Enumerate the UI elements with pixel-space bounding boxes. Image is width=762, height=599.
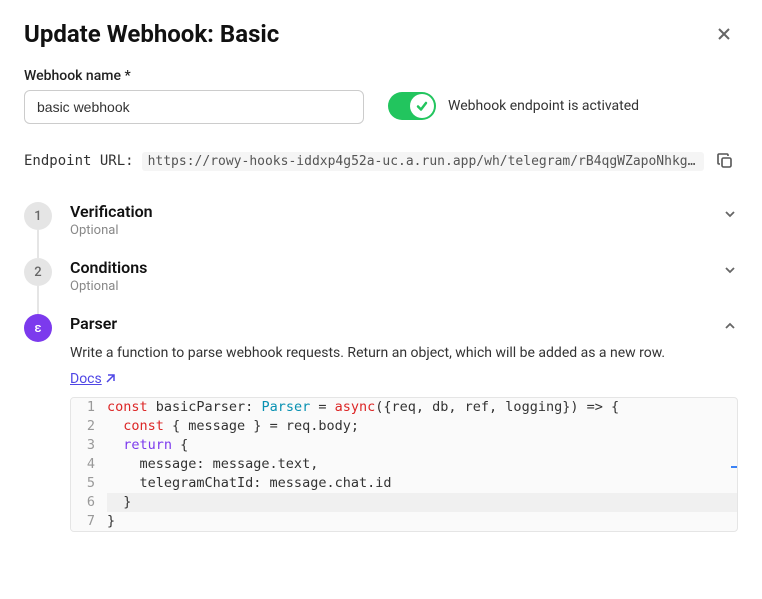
line-code: const { message } = req.body; [107, 417, 737, 436]
check-icon [415, 99, 429, 113]
code-line[interactable]: 4 message: message.text, [71, 455, 737, 474]
step-conditions: 2 Conditions Optional [24, 258, 738, 314]
step-connector [37, 230, 39, 258]
chevron-down-icon [722, 262, 738, 278]
step-verification: 1 Verification Optional [24, 202, 738, 258]
step-content: Conditions Optional [70, 258, 738, 294]
toggle-label: Webhook endpoint is activated [448, 98, 639, 114]
step-title: Conditions [70, 258, 147, 277]
minimap-marker [731, 466, 737, 468]
line-number: 2 [71, 417, 107, 436]
code-line[interactable]: 3 return { [71, 436, 737, 455]
step-subtitle: Optional [70, 279, 147, 294]
step-title: Verification [70, 202, 153, 221]
line-number: 1 [71, 398, 107, 417]
parser-description: Write a function to parse webhook reques… [70, 343, 738, 364]
line-code: return { [107, 436, 737, 455]
step-header-verification[interactable]: Verification Optional [70, 202, 738, 238]
line-code: message: message.text, [107, 455, 737, 474]
copy-button[interactable] [712, 148, 738, 174]
external-link-icon [104, 373, 116, 385]
chevron-up-icon [722, 318, 738, 334]
endpoint-label: Endpoint URL: [24, 153, 134, 169]
step-connector [37, 286, 39, 314]
steps-list: 1 Verification Optional 2 [24, 202, 738, 532]
step-badge-1: 1 [24, 202, 52, 230]
code-line[interactable]: 5 telegramChatId: message.chat.id [71, 474, 737, 493]
endpoint-row: Endpoint URL: https://rowy-hooks-iddxp4g… [24, 148, 738, 174]
code-line[interactable]: 2 const { message } = req.body; [71, 417, 737, 436]
code-line[interactable]: 7} [71, 512, 737, 531]
close-icon [714, 24, 734, 44]
step-titles: Conditions Optional [70, 258, 147, 294]
step-parser: ε Parser Write a function to parse webho… [24, 314, 738, 532]
line-number: 6 [71, 493, 107, 512]
line-number: 3 [71, 436, 107, 455]
step-titles: Parser [70, 314, 117, 335]
line-code: telegramChatId: message.chat.id [107, 474, 737, 493]
docs-link[interactable]: Docs [70, 371, 116, 387]
step-header-conditions[interactable]: Conditions Optional [70, 258, 738, 294]
line-code: } [107, 493, 737, 512]
step-titles: Verification Optional [70, 202, 153, 238]
code-line[interactable]: 6 } [71, 493, 737, 512]
name-field-group: Webhook name * [24, 68, 364, 124]
step-badge-parser: ε [24, 314, 52, 342]
step-content: Parser Write a function to parse webhook… [70, 314, 738, 532]
line-code: } [107, 512, 737, 531]
step-title: Parser [70, 314, 117, 333]
modal-header: Update Webhook: Basic [24, 20, 738, 48]
toggle-group: Webhook endpoint is activated [388, 92, 639, 120]
line-number: 7 [71, 512, 107, 531]
line-code: const basicParser: Parser = async({req, … [107, 398, 737, 417]
modal-title: Update Webhook: Basic [24, 20, 279, 48]
activation-toggle[interactable] [388, 92, 436, 120]
chevron-down-icon [722, 206, 738, 222]
endpoint-url: https://rowy-hooks-iddxp4g52a-uc.a.run.a… [142, 152, 704, 171]
step-subtitle: Optional [70, 223, 153, 238]
webhook-modal: Update Webhook: Basic Webhook name * Web… [0, 0, 762, 552]
docs-link-label: Docs [70, 371, 102, 387]
toggle-knob [410, 94, 434, 118]
name-label: Webhook name * [24, 68, 364, 84]
form-row: Webhook name * Webhook endpoint is activ… [24, 68, 738, 124]
step-header-parser[interactable]: Parser [70, 314, 738, 335]
line-number: 5 [71, 474, 107, 493]
step-badge-2: 2 [24, 258, 52, 286]
webhook-name-input[interactable] [24, 90, 364, 124]
line-number: 4 [71, 455, 107, 474]
copy-icon [716, 152, 734, 170]
code-line[interactable]: 1const basicParser: Parser = async({req,… [71, 398, 737, 417]
step-content: Verification Optional [70, 202, 738, 238]
close-button[interactable] [710, 20, 738, 48]
code-editor[interactable]: 1const basicParser: Parser = async({req,… [70, 397, 738, 532]
